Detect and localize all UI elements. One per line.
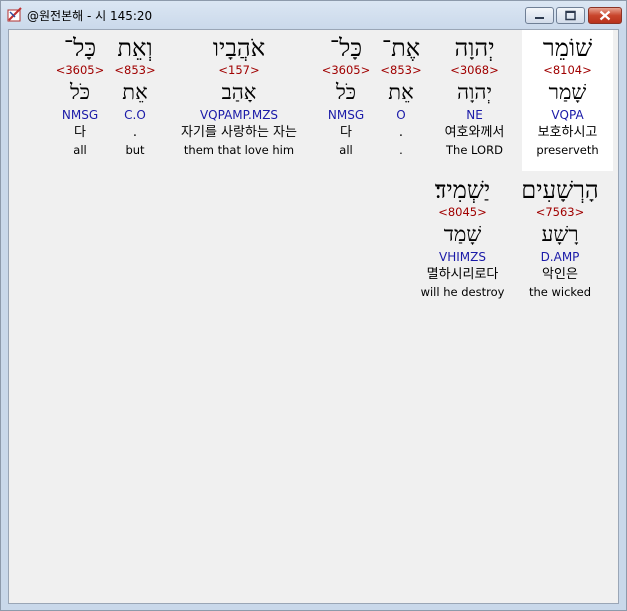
strong-number[interactable]: <8104> — [522, 62, 613, 78]
word-column[interactable]: כָּל־ <3605> כֹּל NMSG 다 all — [51, 34, 109, 158]
close-button[interactable] — [588, 7, 622, 24]
korean-gloss: 악인은 — [542, 267, 578, 282]
lemma-word: שָׁמַד — [443, 222, 482, 246]
english-gloss: . — [399, 143, 403, 157]
english-gloss: preserveth — [536, 143, 599, 157]
minimize-icon — [535, 17, 544, 19]
hebrew-word: וְאֵת — [117, 34, 153, 62]
korean-gloss: 여호와께서 — [444, 125, 505, 140]
hebrew-word: הָרְשָׁעִים — [521, 176, 599, 204]
word-column[interactable]: אֶת־ <853> אֵת O . . — [375, 34, 427, 158]
lemma-word: אָהַב — [221, 80, 257, 104]
strong-number[interactable]: <853> — [375, 62, 427, 78]
korean-gloss: 멸하시리로다 — [426, 267, 499, 282]
word-column[interactable]: יְהוָה <3068> יְהוָה NE 여호와께서 The LORD — [427, 34, 522, 158]
hebrew-word: שׁוֹמֵר — [542, 34, 593, 62]
hebrew-word: יְהוָה — [454, 34, 495, 62]
korean-gloss: . — [132, 125, 138, 140]
korean-gloss: 다 — [74, 125, 86, 140]
morphology-code: NMSG — [327, 108, 365, 122]
lemma-word: יְהוָה — [456, 80, 493, 104]
lemma-word: אֵת — [388, 80, 414, 104]
morphology-code: C.O — [124, 108, 146, 122]
morphology-code: VQPA — [551, 108, 584, 122]
english-gloss: them that love him — [183, 143, 295, 157]
word-column[interactable]: אֹהֲבָיו <157> אָהַב VQPAMP.MZS 자기를 사랑하는… — [161, 34, 317, 158]
lemma-word: כֹּל — [69, 80, 91, 104]
hebrew-word: כָּל־ — [63, 34, 97, 62]
strong-number[interactable]: <3605> — [317, 62, 375, 78]
english-gloss: but — [125, 143, 145, 157]
english-gloss: will he destroy — [420, 285, 505, 299]
korean-gloss: 자기를 사랑하는 자는 — [181, 125, 297, 140]
interlinear-view[interactable]: שׁוֹמֵר <8104> שָׁמַר VQPA 보호하시고 preserv… — [8, 29, 619, 604]
title-bar[interactable]: @원전본해 - 시 145:20 — [1, 1, 626, 29]
strong-number[interactable]: <157> — [161, 62, 317, 78]
hebrew-word: כָּל־ — [329, 34, 363, 62]
hebrew-word: יַשְׁמִיד׃ — [434, 176, 491, 204]
english-gloss: the wicked — [528, 285, 592, 299]
morphology-code: NMSG — [61, 108, 99, 122]
strong-number[interactable]: <7563> — [514, 204, 606, 220]
maximize-button[interactable] — [556, 7, 585, 24]
english-gloss: all — [339, 143, 353, 157]
minimize-button[interactable] — [525, 7, 554, 24]
word-column[interactable]: שׁוֹמֵר <8104> שָׁמַר VQPA 보호하시고 preserv… — [522, 34, 613, 158]
morphology-code: NE — [466, 108, 483, 122]
morphology-code: O — [396, 108, 406, 122]
strong-number[interactable]: <3605> — [51, 62, 109, 78]
lemma-word: כֹּל — [335, 80, 357, 104]
maximize-icon — [565, 10, 576, 21]
app-window: @원전본해 - 시 145:20 שׁוֹמֵר <8104> שָׁמַר V… — [0, 0, 627, 611]
korean-gloss: 다 — [340, 125, 352, 140]
close-icon — [599, 10, 611, 21]
word-column[interactable]: הָרְשָׁעִים <7563> רָשָׁע D.AMP 악인은 the … — [514, 176, 606, 300]
hebrew-word: אֶת־ — [381, 34, 421, 62]
strong-number[interactable]: <853> — [109, 62, 161, 78]
korean-gloss: 보호하시고 — [537, 125, 598, 140]
lemma-word: שָׁמַר — [548, 80, 587, 104]
lemma-word: רָשָׁע — [541, 222, 579, 246]
word-column[interactable]: כָּל־ <3605> כֹּל NMSG 다 all — [317, 34, 375, 158]
morphology-code: D.AMP — [540, 250, 580, 264]
korean-gloss: . — [398, 125, 404, 140]
morphology-code: VHIMZS — [439, 250, 486, 264]
word-column[interactable]: וְאֵת <853> אֵת C.O . but — [109, 34, 161, 158]
english-gloss: The LORD — [446, 143, 503, 157]
morphology-code: VQPAMP.MZS — [199, 108, 279, 122]
window-title: @원전본해 - 시 145:20 — [27, 9, 153, 23]
hebrew-word: אֹהֲבָיו — [212, 34, 266, 62]
bible-tool-icon — [7, 7, 22, 22]
lemma-word: אֵת — [122, 80, 148, 104]
english-gloss: all — [73, 143, 87, 157]
strong-number[interactable]: <8045> — [411, 204, 514, 220]
word-column[interactable]: יַשְׁמִיד׃ <8045> שָׁמַד VHIMZS 멸하시리로다 w… — [411, 176, 514, 300]
strong-number[interactable]: <3068> — [427, 62, 522, 78]
